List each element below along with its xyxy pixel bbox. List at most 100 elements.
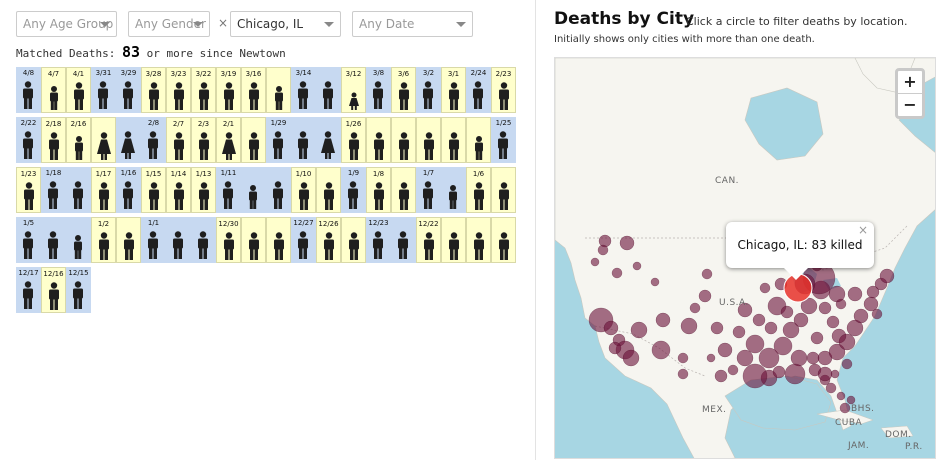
- zoom-in-button[interactable]: +: [898, 71, 922, 93]
- city-circle[interactable]: [806, 351, 820, 365]
- city-circle[interactable]: [839, 402, 851, 414]
- city-circle[interactable]: [810, 331, 824, 345]
- victim-cell[interactable]: [391, 167, 416, 213]
- city-circle[interactable]: [838, 333, 856, 351]
- victim-cell[interactable]: 12/15: [66, 267, 91, 313]
- victim-cell[interactable]: 2/22: [16, 117, 41, 163]
- victim-cell[interactable]: [466, 217, 491, 263]
- city-circle[interactable]: [611, 267, 623, 279]
- city-circle[interactable]: [784, 363, 806, 385]
- date-select[interactable]: Any Date: [352, 11, 473, 37]
- city-circle[interactable]: [745, 334, 765, 354]
- victim-cell[interactable]: 4/8: [16, 67, 41, 113]
- victim-cell[interactable]: 4/7: [41, 67, 66, 113]
- city-circle[interactable]: [622, 349, 640, 367]
- victim-cell[interactable]: 1/15: [141, 167, 166, 213]
- victim-cell[interactable]: 2/23: [491, 67, 516, 113]
- victim-cell[interactable]: 3/23: [166, 67, 191, 113]
- victim-cell[interactable]: [391, 117, 416, 163]
- victim-cell[interactable]: [441, 217, 466, 263]
- city-circle[interactable]: [752, 313, 766, 327]
- victim-cell[interactable]: 12/30: [216, 217, 241, 263]
- victim-cell[interactable]: [316, 167, 341, 213]
- victim-cell[interactable]: [441, 117, 466, 163]
- victim-cell[interactable]: [366, 117, 391, 163]
- victim-cell[interactable]: 1/18: [41, 167, 66, 213]
- victim-cell[interactable]: [241, 117, 266, 163]
- victim-cell[interactable]: [416, 117, 441, 163]
- city-circle[interactable]: [727, 364, 739, 376]
- victim-cell[interactable]: [341, 217, 366, 263]
- victim-cell[interactable]: 3/29: [116, 67, 141, 113]
- city-circle[interactable]: [759, 282, 771, 294]
- victim-cell[interactable]: [66, 167, 91, 213]
- victim-cell[interactable]: 1/7: [416, 167, 441, 213]
- city-circle[interactable]: [828, 285, 846, 303]
- victim-cell[interactable]: 1/23: [16, 167, 41, 213]
- city-circle[interactable]: [632, 261, 642, 271]
- city-circle[interactable]: [680, 317, 698, 335]
- victim-cell[interactable]: [316, 117, 341, 163]
- deaths-map[interactable]: CAN. U.S.A. MEX. BHS. CUBA JAM. DOM. P.R…: [554, 57, 936, 459]
- city-circle[interactable]: [590, 257, 600, 267]
- city-circle[interactable]: [773, 336, 793, 356]
- victim-cell[interactable]: [391, 217, 416, 263]
- city-circle[interactable]: [736, 349, 754, 367]
- clear-city-icon[interactable]: ×: [218, 11, 228, 35]
- city-circle[interactable]: [698, 289, 712, 303]
- victim-cell[interactable]: 2/3: [191, 117, 216, 163]
- victim-cell[interactable]: [291, 117, 316, 163]
- city-circle[interactable]: [817, 366, 833, 382]
- city-circle[interactable]: [732, 325, 746, 339]
- city-circle[interactable]: [710, 321, 724, 335]
- victim-cell[interactable]: 1/14: [166, 167, 191, 213]
- victim-cell[interactable]: 1/6: [466, 167, 491, 213]
- victim-cell[interactable]: 12/16: [41, 267, 66, 313]
- city-circle[interactable]: [701, 268, 713, 280]
- zoom-out-button[interactable]: −: [898, 93, 922, 116]
- victim-cell[interactable]: 2/24: [466, 67, 491, 113]
- victim-cell[interactable]: 1/8: [366, 167, 391, 213]
- city-circle[interactable]: [764, 321, 778, 335]
- victim-cell[interactable]: [91, 117, 116, 163]
- victim-cell[interactable]: 1/5: [16, 217, 41, 263]
- victim-cell[interactable]: 12/22: [416, 217, 441, 263]
- victim-cell[interactable]: [241, 167, 266, 213]
- city-circle[interactable]: [871, 308, 883, 320]
- victim-cell[interactable]: [266, 167, 291, 213]
- city-circle[interactable]: [853, 308, 869, 324]
- victim-cell[interactable]: 1/16: [116, 167, 141, 213]
- victim-cell[interactable]: 1/1: [141, 217, 166, 263]
- city-circle[interactable]: [780, 305, 794, 319]
- victim-cell[interactable]: 1/25: [491, 117, 516, 163]
- victim-cell[interactable]: 2/7: [166, 117, 191, 163]
- city-circle[interactable]: [608, 341, 622, 355]
- city-circle[interactable]: [677, 352, 689, 364]
- victim-cell[interactable]: 3/31: [91, 67, 116, 113]
- city-circle[interactable]: [793, 312, 809, 328]
- victim-cell[interactable]: [241, 217, 266, 263]
- city-circle[interactable]: [650, 277, 660, 287]
- victim-cell[interactable]: 3/14: [291, 67, 316, 113]
- victim-cell[interactable]: 2/8: [141, 117, 166, 163]
- victim-cell[interactable]: 1/9: [341, 167, 366, 213]
- victim-cell[interactable]: 1/29: [266, 117, 291, 163]
- victim-cell[interactable]: 12/27: [291, 217, 316, 263]
- city-circle[interactable]: [818, 301, 832, 315]
- popup-close-icon[interactable]: ×: [858, 224, 868, 236]
- victim-cell[interactable]: 3/12: [341, 67, 366, 113]
- victim-cell[interactable]: 3/8: [366, 67, 391, 113]
- city-circle[interactable]: [879, 268, 895, 284]
- city-circle[interactable]: [619, 235, 635, 251]
- victim-cell[interactable]: [316, 67, 341, 113]
- victim-cell[interactable]: 3/2: [416, 67, 441, 113]
- victim-cell[interactable]: [491, 217, 516, 263]
- city-circle[interactable]: [677, 368, 689, 380]
- victim-cell[interactable]: [191, 217, 216, 263]
- city-circle[interactable]: [790, 349, 808, 367]
- city-circle[interactable]: [630, 321, 648, 339]
- city-circle[interactable]: [689, 302, 701, 314]
- victim-cell[interactable]: 12/26: [316, 217, 341, 263]
- city-circle[interactable]: [717, 342, 733, 358]
- victim-cell[interactable]: 3/1: [441, 67, 466, 113]
